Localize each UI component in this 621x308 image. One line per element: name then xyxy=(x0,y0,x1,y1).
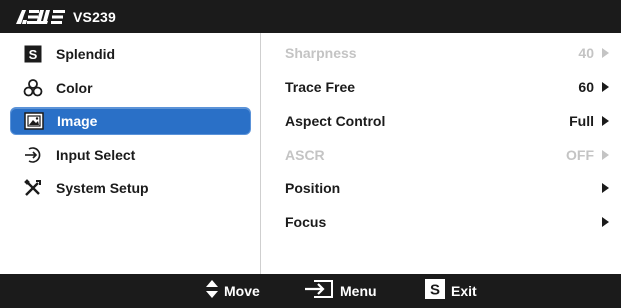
exit-label: Exit xyxy=(451,283,477,299)
submenu-item-label: Sharpness xyxy=(285,45,357,61)
submenu-panel: Sharpness 40 Trace Free 60 Aspect Contro… xyxy=(262,33,621,274)
submenu-item-sharpness[interactable]: Sharpness 40 xyxy=(285,39,609,67)
submenu-item-focus[interactable]: Focus xyxy=(285,208,609,236)
image-icon xyxy=(23,110,45,132)
main-menu: S Splendid Color Image Input Select Syst… xyxy=(0,33,261,274)
menu-item-label: Image xyxy=(57,113,98,129)
submenu-item-label: Aspect Control xyxy=(285,113,386,129)
arrow-right-icon xyxy=(602,82,609,92)
submenu-item-label: Trace Free xyxy=(285,79,356,95)
move-button[interactable]: Move xyxy=(206,274,260,308)
submenu-item-value: 60 xyxy=(578,79,594,95)
menu-item-label: Splendid xyxy=(56,46,116,62)
submenu-item-value: OFF xyxy=(566,147,594,163)
splendid-s-icon: S xyxy=(22,43,44,65)
arrow-right-icon xyxy=(602,150,609,160)
submenu-item-ascr[interactable]: ASCR OFF xyxy=(285,141,609,169)
osd-footer: Move Menu S Exit xyxy=(0,274,621,308)
submenu-item-label: Position xyxy=(285,180,341,196)
menu-item-color[interactable]: Color xyxy=(10,74,251,102)
exit-button[interactable]: S Exit xyxy=(425,274,477,308)
submenu-item-value: 40 xyxy=(578,45,594,61)
arrow-right-icon xyxy=(602,48,609,58)
enter-menu-icon xyxy=(304,279,334,304)
asus-logo xyxy=(16,0,66,33)
submenu-item-position[interactable]: Position xyxy=(285,174,609,202)
color-icon xyxy=(22,77,44,99)
menu-item-input-select[interactable]: Input Select xyxy=(10,141,251,169)
menu-item-splendid[interactable]: S Splendid xyxy=(10,40,251,68)
input-select-icon xyxy=(22,144,44,166)
arrow-right-icon xyxy=(602,183,609,193)
arrow-right-icon xyxy=(602,217,609,227)
submenu-item-label: ASCR xyxy=(285,147,325,163)
submenu-item-label: Focus xyxy=(285,214,327,230)
osd-header: VS239 xyxy=(0,0,621,33)
menu-button[interactable]: Menu xyxy=(304,274,377,308)
menu-item-label: Color xyxy=(56,80,93,96)
menu-item-label: Input Select xyxy=(56,147,136,163)
submenu-item-aspect-control[interactable]: Aspect Control Full xyxy=(285,107,609,135)
submenu-item-trace-free[interactable]: Trace Free 60 xyxy=(285,73,609,101)
svg-text:S: S xyxy=(430,281,440,298)
menu-item-image[interactable]: Image xyxy=(10,107,251,135)
monitor-osd: VS239 S Splendid Color Image Input Selec… xyxy=(0,0,621,308)
up-down-arrows-icon xyxy=(206,279,218,303)
system-setup-icon xyxy=(22,177,44,199)
submenu-item-value: Full xyxy=(569,113,594,129)
move-label: Move xyxy=(224,283,260,299)
svg-text:S: S xyxy=(29,47,38,62)
exit-s-icon: S xyxy=(425,278,445,304)
model-name: VS239 xyxy=(73,8,117,25)
menu-item-system-setup[interactable]: System Setup xyxy=(10,174,251,202)
arrow-right-icon xyxy=(602,116,609,126)
menu-label: Menu xyxy=(340,283,377,299)
menu-item-label: System Setup xyxy=(56,180,149,196)
